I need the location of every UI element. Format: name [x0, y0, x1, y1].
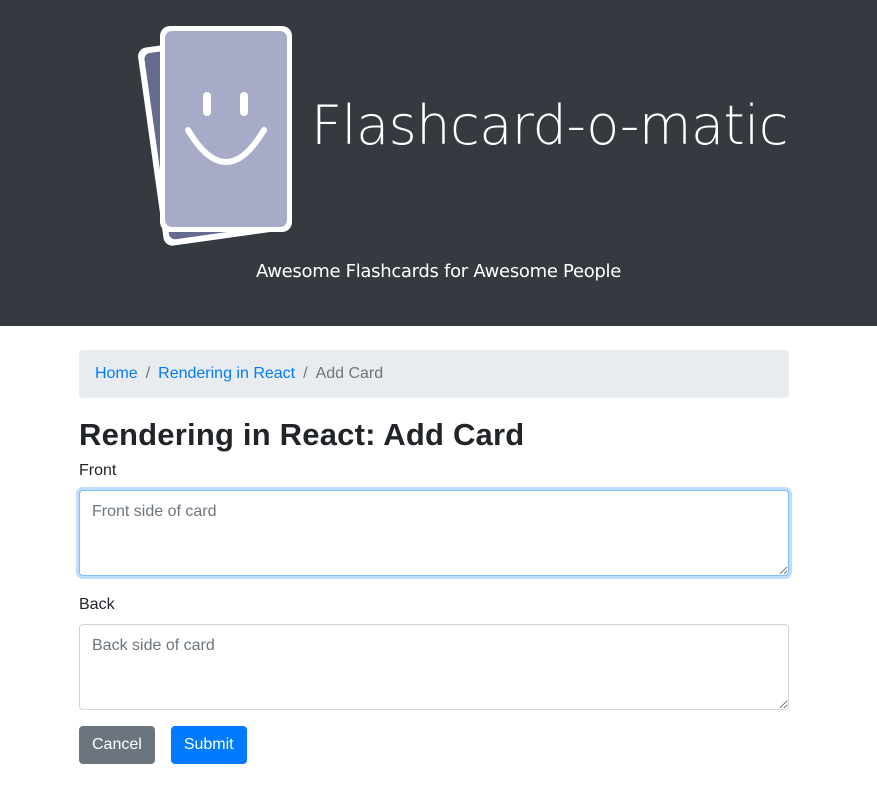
breadcrumb-deck-link[interactable]: Rendering in React [158, 365, 295, 383]
app-tagline: Awesome Flashcards for Awesome People [255, 261, 622, 282]
back-label: Back [79, 596, 115, 613]
page-title: Rendering in React: Add Card [79, 417, 525, 452]
breadcrumb-current: Add Card [315, 365, 384, 382]
app-title: Flashcard-o-matic [311, 94, 788, 157]
cancel-button[interactable]: Cancel [79, 726, 155, 764]
front-label: Front [79, 462, 117, 479]
back-textarea[interactable] [79, 624, 789, 710]
breadcrumb-separator: / [145, 365, 151, 382]
breadcrumb-home-link[interactable]: Home [95, 365, 138, 383]
form-actions: Cancel Submit [79, 726, 789, 764]
breadcrumb: Home / Rendering in React / Add Card [79, 350, 789, 398]
main-content: Home / Rendering in React / Add Card Ren… [79, 350, 789, 764]
submit-button[interactable]: Submit [170, 726, 247, 764]
smiley-flashcard-icon [138, 26, 292, 246]
add-card-form: Front Back Cancel Submit [79, 461, 789, 764]
front-textarea[interactable] [79, 490, 789, 576]
header-banner: Flashcard-o-matic Awesome Flashcards for… [0, 0, 877, 326]
breadcrumb-separator: / [303, 365, 308, 382]
